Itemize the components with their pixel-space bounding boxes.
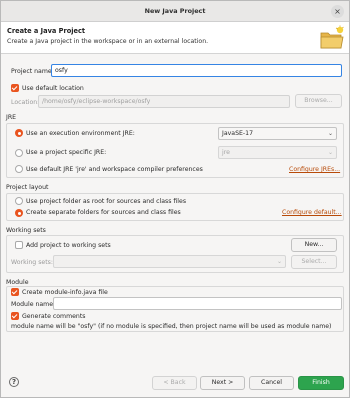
next-button[interactable]: Next >: [200, 376, 245, 390]
new-java-project-folder-icon: [320, 25, 344, 49]
back-button[interactable]: < Back: [152, 376, 197, 390]
chevron-down-icon: ⌄: [327, 130, 333, 137]
title-bar: New Java Project ×: [1, 1, 349, 22]
banner-heading: Create a Java Project: [7, 27, 86, 35]
specific-jre-label: Use a project specific JRE:: [26, 149, 107, 156]
use-default-location-checkbox[interactable]: [11, 84, 19, 92]
select-working-sets-button[interactable]: Select...: [291, 255, 337, 269]
cancel-button[interactable]: Cancel: [249, 376, 294, 390]
specific-jre-value: jre: [222, 149, 230, 156]
exec-env-jre-value: JavaSE-17: [222, 130, 254, 137]
project-layout-group-title: Project layout: [6, 184, 49, 191]
configure-jres-link[interactable]: Configure JREs...: [289, 166, 340, 173]
exec-env-jre-label: Use an execution environment JRE:: [26, 130, 135, 137]
chevron-down-icon: ⌄: [276, 258, 282, 265]
separate-folders-label: Create separate folders for sources and …: [26, 209, 181, 216]
working-sets-label: Working sets:: [11, 259, 53, 266]
close-icon[interactable]: ×: [331, 5, 344, 18]
create-module-info-label: Create module-info.java file: [22, 289, 108, 296]
default-jre-label: Use default JRE 'jre' and workspace comp…: [26, 166, 203, 173]
exec-env-jre-select[interactable]: JavaSE-17 ⌄: [218, 127, 337, 140]
module-name-note: module name will be "osfy" (if no module…: [11, 323, 332, 330]
location-input[interactable]: /home/osfy/eclipse-workspace/osfy: [38, 95, 290, 108]
working-sets-group-title: Working sets: [6, 227, 46, 234]
project-root-label: Use project folder as root for sources a…: [26, 198, 187, 205]
browse-button[interactable]: Browse...: [295, 94, 342, 108]
configure-default-link[interactable]: Configure default...: [282, 209, 342, 216]
banner-description: Create a Java project in the workspace o…: [7, 38, 209, 45]
separate-folders-radio[interactable]: [15, 209, 23, 217]
location-label: Location:: [11, 99, 40, 106]
specific-jre-radio[interactable]: [15, 149, 23, 157]
new-java-project-dialog: New Java Project × Create a Java Project…: [0, 0, 350, 398]
working-sets-select[interactable]: ⌄: [53, 255, 286, 268]
default-jre-radio[interactable]: [15, 165, 23, 173]
window-title: New Java Project: [144, 7, 206, 15]
create-module-info-checkbox[interactable]: [11, 288, 19, 296]
project-name-input[interactable]: osfy: [51, 64, 342, 77]
project-name-label: Project name:: [11, 68, 54, 75]
generate-comments-checkbox[interactable]: [11, 312, 19, 320]
add-to-working-sets-checkbox[interactable]: [15, 241, 23, 249]
finish-button[interactable]: Finish: [298, 376, 344, 390]
wizard-banner: Create a Java Project Create a Java proj…: [1, 22, 349, 54]
jre-group-title: JRE: [6, 114, 17, 121]
chevron-down-icon: ⌄: [327, 149, 333, 156]
exec-env-jre-radio[interactable]: [15, 129, 23, 137]
use-default-location-label: Use default location: [22, 85, 84, 92]
specific-jre-select[interactable]: jre ⌄: [218, 146, 337, 159]
generate-comments-label: Generate comments: [22, 313, 86, 320]
add-to-working-sets-label: Add project to working sets: [26, 242, 111, 249]
module-name-input[interactable]: [53, 297, 342, 310]
help-icon[interactable]: ?: [9, 377, 19, 387]
module-name-label: Module name:: [11, 301, 56, 308]
module-group-title: Module: [6, 279, 29, 286]
new-working-set-button[interactable]: New...: [291, 238, 337, 252]
project-root-radio[interactable]: [15, 197, 23, 205]
